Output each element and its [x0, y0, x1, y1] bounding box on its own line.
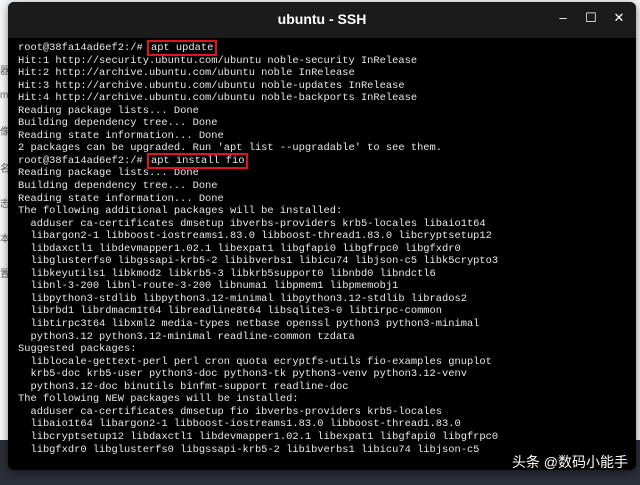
bg-text: 像 [0, 127, 8, 138]
output-line: Hit:3 http://archive.ubuntu.com/ubuntu n… [18, 79, 405, 92]
output-line: liblocale-gettext-perl perl cron quota e… [18, 355, 492, 368]
maximize-button[interactable]: ☐ [582, 10, 600, 26]
output-line: Hit:1 http://security.ubuntu.com/ubuntu … [18, 54, 418, 67]
output-line: The following additional packages will b… [18, 205, 343, 218]
bg-text: m [0, 90, 8, 101]
prompt: root@38fa14ad6ef2:/# [18, 42, 149, 54]
output-line: libargon2-1 libboost-iostreams1.83.0 lib… [18, 230, 492, 243]
output-line: Building dependency tree... Done [18, 117, 218, 130]
output-line: Hit:4 http://archive.ubuntu.com/ubuntu n… [18, 92, 418, 105]
bg-text: 名 [0, 164, 8, 175]
output-line: libdaxctl1 libdevmapper1.02.1 libexpat1 … [18, 242, 461, 255]
bg-text: 志 [0, 199, 8, 210]
command-highlight: apt update [146, 40, 218, 56]
bg-text: 本 [0, 234, 8, 245]
close-button[interactable]: ✕ [610, 10, 628, 26]
prompt: root@38fa14ad6ef2:/# [18, 154, 149, 167]
output-line: adduser ca-certificates dmsetup ibverbs-… [18, 217, 486, 230]
output-line: Building dependency tree... Done [18, 180, 218, 193]
output-line: libcryptsetup12 libdaxctl1 libdevmapper1… [18, 430, 499, 443]
output-line: libpython3-stdlib libpython3.12-minimal … [18, 292, 467, 305]
output-line: Reading state information... Done [18, 192, 224, 205]
output-line: Hit:2 http://archive.ubuntu.com/ubuntu n… [18, 67, 355, 80]
output-line: libaio1t64 libargon2-1 libboost-iostream… [18, 418, 461, 431]
output-line: 2 packages can be upgraded. Run 'apt lis… [18, 142, 443, 155]
minimize-button[interactable]: – [554, 10, 572, 25]
window-title: ubuntu - SSH [277, 11, 367, 27]
output-line: libkeyutils1 libkmod2 libkrb5-3 libkrb5s… [18, 267, 436, 280]
output-line: The following NEW packages will be insta… [18, 393, 299, 406]
output-line: libglusterfs0 libgssapi-krb5-2 libibverb… [18, 255, 499, 268]
output-line: python3.12-doc binutils binfmt-support r… [18, 380, 349, 393]
title-bar[interactable]: ubuntu - SSH – ☐ ✕ [8, 2, 636, 38]
ssh-terminal-window: ubuntu - SSH – ☐ ✕ root@38fa14ad6ef2:/# … [8, 2, 636, 470]
output-line: python3.12 python3.12-minimal readline-c… [18, 330, 355, 343]
output-line: Reading package lists... Done [18, 104, 199, 117]
terminal-output[interactable]: root@38fa14ad6ef2:/# apt update Hit:1 htt… [18, 40, 632, 456]
bg-text: 器 [0, 66, 8, 77]
output-line: librbd1 librdmacm1t64 libreadline8t64 li… [18, 305, 443, 318]
prompt-line: root@38fa14ad6ef2:/# apt install fio [18, 152, 632, 169]
output-line: Reading state information... Done [18, 129, 224, 142]
bg-text: 置 [0, 269, 8, 280]
output-line: Suggested packages: [18, 343, 137, 356]
watermark: 头条 @数码小能手 [511, 454, 628, 470]
output-line: libnl-3-200 libnl-route-3-200 libnuma1 l… [18, 280, 399, 293]
output-line: adduser ca-certificates dmsetup fio ibve… [18, 405, 443, 418]
output-line: Reading package lists... Done [18, 167, 199, 180]
output-line: krb5-doc krb5-user python3-doc python3-t… [18, 368, 467, 381]
prompt-line: root@38fa14ad6ef2:/# apt update [18, 40, 632, 56]
output-line: libtirpc3t64 libxml2 media-types netbase… [18, 318, 480, 331]
command-highlight: apt install fio [146, 152, 249, 169]
